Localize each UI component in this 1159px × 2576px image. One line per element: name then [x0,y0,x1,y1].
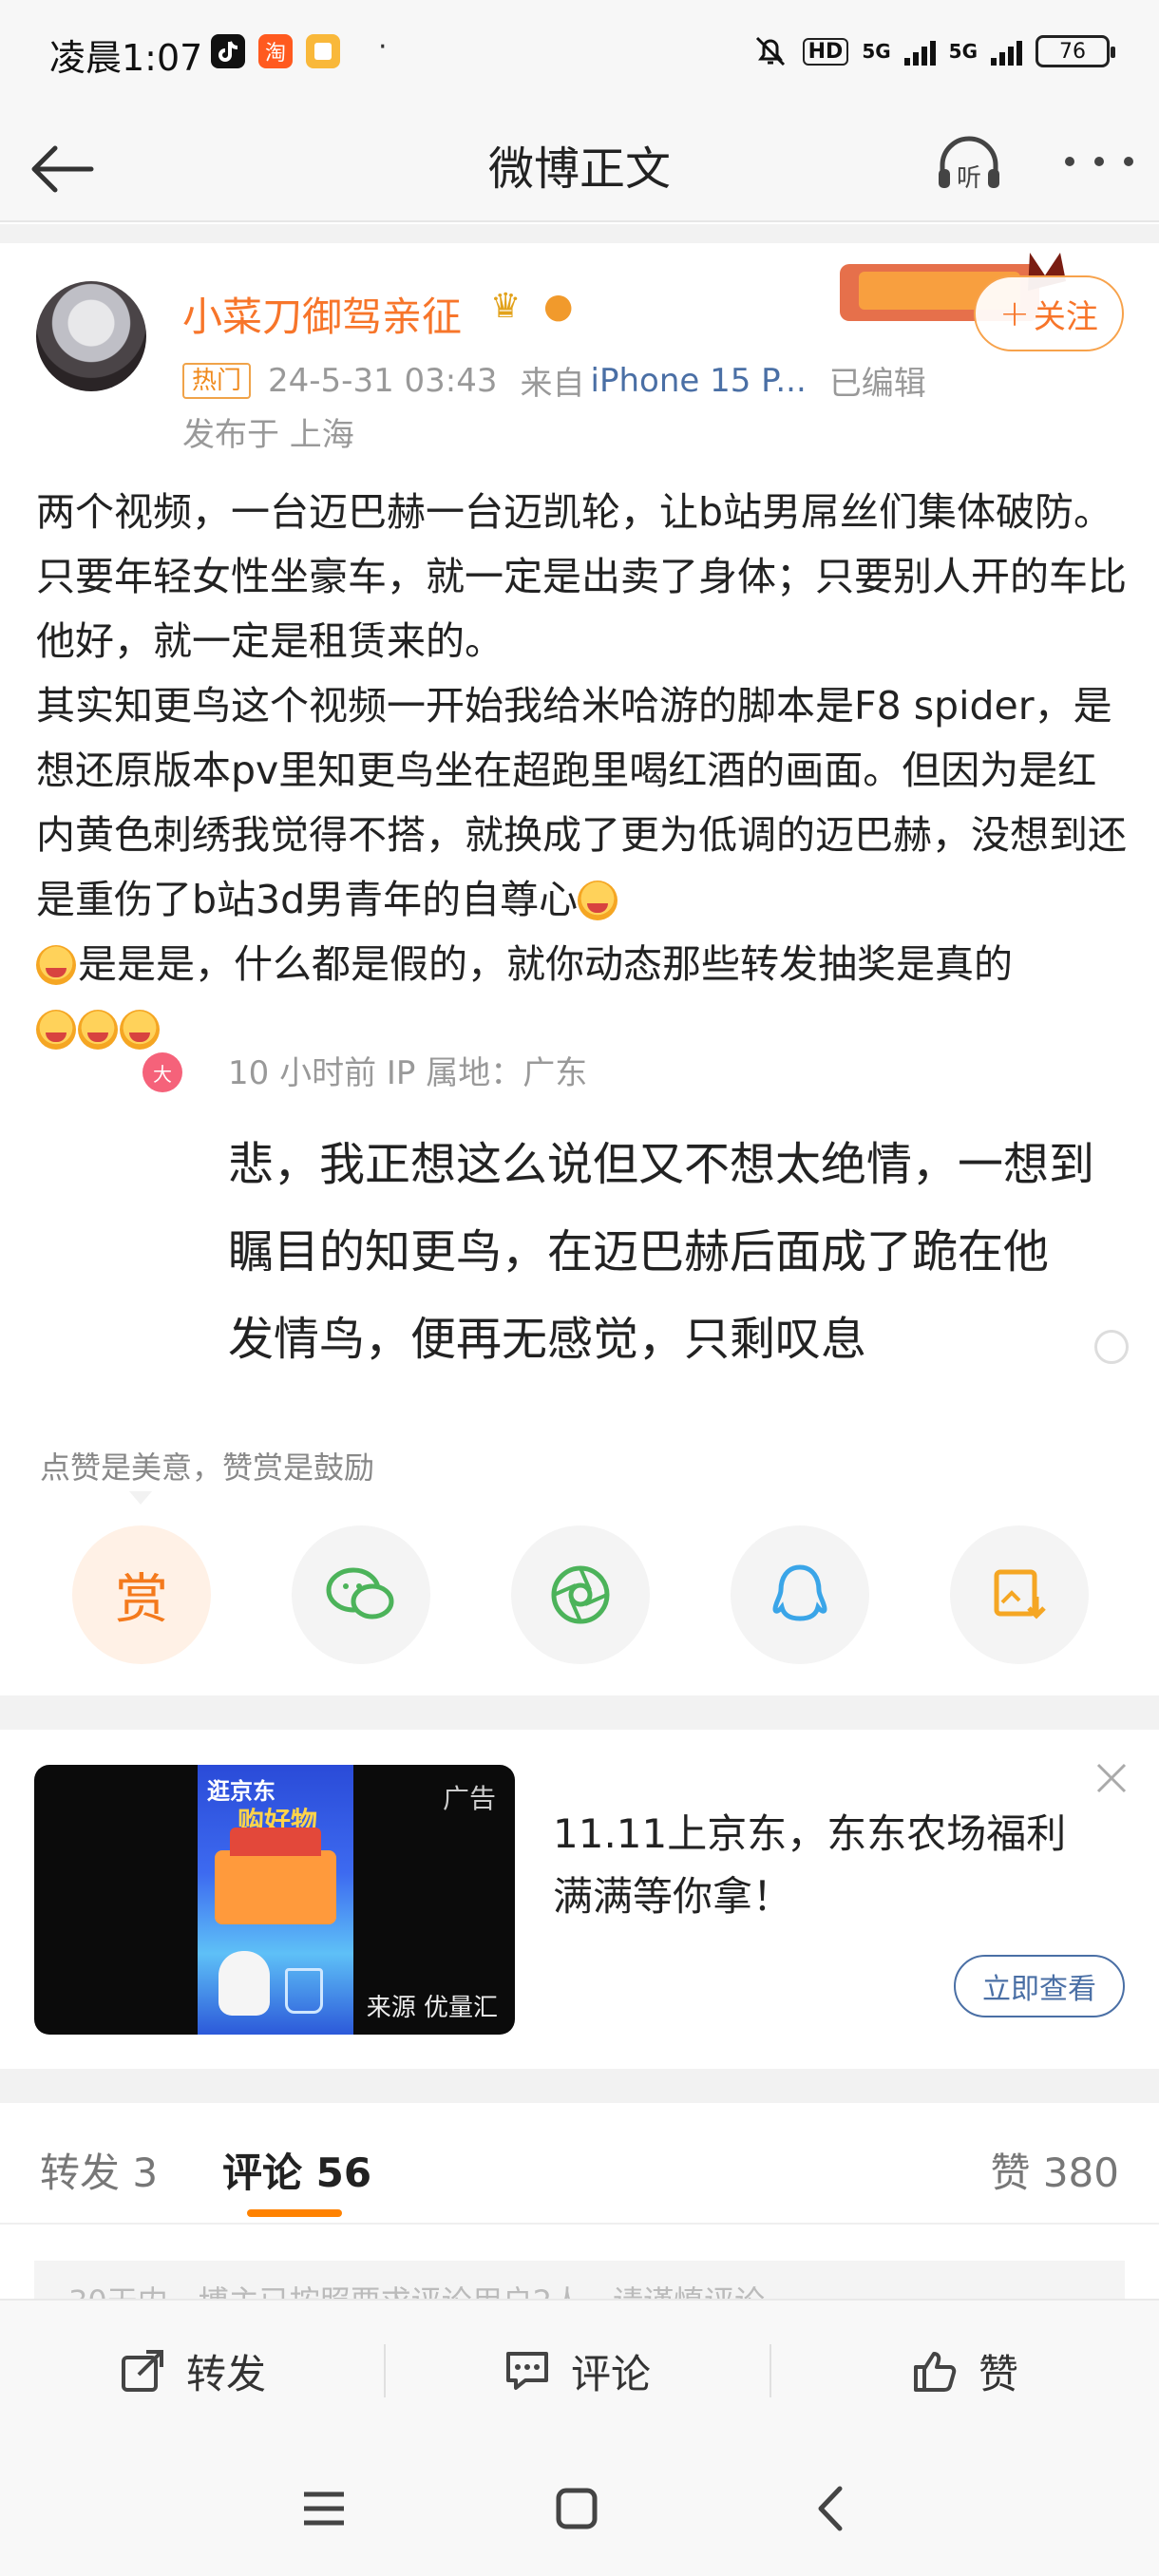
douyin-icon [211,34,245,68]
hd-badge: HD [802,37,849,66]
section-divider [0,1695,1159,1730]
section-divider [0,2069,1159,2103]
comment-icon [505,2352,548,2390]
post-tabs: 转发 3 评论 56 赞 380 [0,2103,1159,2225]
crying-emoji-icon [36,1010,76,1050]
battery-icon: 76 [1036,35,1115,67]
save-image-button[interactable] [950,1525,1089,1664]
system-nav-bar [0,2439,1159,2576]
tab-reposts[interactable]: 转发 3 [40,2141,158,2199]
share-moments-button[interactable] [511,1525,650,1664]
taobao-icon: 淘 [258,34,293,68]
ad-source: 来源 优量汇 [366,1994,498,2022]
reward-button[interactable]: 赏 [72,1525,211,1664]
top-nav-bar: 微博正文 听 [0,104,1159,222]
close-icon[interactable] [1092,1759,1130,1797]
comment-label: 评论 [570,2350,651,2397]
floating-comment-line: 悲，我正想这么说但又不想太绝情，一想到 [228,1138,1095,1191]
pufferfish-icon: ● [543,287,574,326]
source-device[interactable]: iPhone 15 P... [591,362,807,400]
comment-button[interactable]: 评论 [384,2301,770,2441]
menu-icon[interactable] [291,2475,357,2542]
floating-comment-meta: 10 小时前 IP 属地：广东 [228,1054,588,1092]
share-wechat-button[interactable] [292,1525,430,1664]
plus-icon: + [999,293,1030,334]
system-indicators: HD 5G 5G 76 [751,32,1115,70]
home-icon[interactable] [543,2475,610,2542]
ad-house-graphic [215,1828,336,1924]
ad-artwork: 逛京东 购好物 [198,1765,353,2035]
crown-icon: ♛ [490,287,522,326]
repost-label: 转发 [185,2350,266,2397]
hot-badge: 热门 [182,362,252,399]
post-date: 24-5-31 03:43 [268,361,498,400]
floating-comment-badge: 大 [142,1052,182,1092]
author-avatar[interactable] [36,281,146,391]
post-paragraph-text: 其实知更鸟这个视频一开始我给米哈游的脚本是F8 spider，是想还原版本pv里… [36,683,1127,922]
post-text: 两个视频，一台迈巴赫一台迈凯轮，让b站男屌丝们集体破防。只要年轻女性坐豪车，就一… [36,480,1129,1061]
floating-comment-line: 发情鸟，便再无感觉，只剩叹息 [228,1313,867,1366]
ad-image[interactable]: 逛京东 购好物 广告 来源 优量汇 [34,1765,515,2035]
more-options-icon[interactable] [1056,142,1142,180]
tab-comments[interactable]: 评论 56 [222,2141,371,2199]
ad-view-button[interactable]: 立即查看 [954,1955,1125,2017]
floating-comment-line: 瞩目的知更鸟，在迈巴赫后面成了跪在他 [228,1225,1050,1279]
thumbs-up-icon [913,2352,957,2392]
post-paragraph: 两个视频，一台迈巴赫一台迈凯轮，让b站男屌丝们集体破防。只要年轻女性坐豪车，就一… [36,489,1127,664]
signal-icon-1 [903,37,936,66]
signal-icon-2 [991,37,1022,66]
bottom-action-bar: 转发 评论 赞 [0,2299,1159,2439]
ad-label: 广告 [442,1783,496,1814]
network-type-1: 5G [862,40,891,63]
follow-button[interactable]: + 关注 [974,275,1124,351]
comment-hint-text: 30天内，博主已按照要求评论用户2人，请谨慎评论 [68,2278,765,2299]
crying-emoji-icon [36,945,76,985]
reward-label: 赏 [115,1568,168,1631]
post-paragraph: 是是是，什么都是假的，就你动态那些转发抽奖是真的 [36,932,1129,996]
comment-hint: 30天内，博主已按照要求评论用户2人，请谨慎评论 [34,2261,1125,2299]
ad-mascot-graphic [218,1951,270,2016]
scroll-indicator-icon [1094,1330,1129,1364]
active-tab-indicator [247,2209,342,2217]
ad-text[interactable]: 11.11上京东，东东农场福利满满等你拿！ [553,1803,1085,1928]
status-dot: · [378,30,388,64]
floating-comment-text[interactable]: 悲，我正想这么说但又不想太绝情，一想到 瞩目的知更鸟，在迈巴赫后面成了跪在他 发… [228,1121,1123,1383]
notes-icon [306,34,340,68]
listen-headphone-icon[interactable]: 听 [931,125,1007,201]
post-paragraph-text: 是是是，什么都是假的，就你动态那些转发抽奖是真的 [78,941,1013,987]
post-meta: 热门 24-5-31 03:43 来自 iPhone 15 P... 已编辑 [182,357,926,404]
notification-icons: 淘 [211,34,340,68]
author-name[interactable]: 小菜刀御驾亲征 [182,285,462,343]
follow-label: 关注 [1033,297,1098,336]
network-type-2: 5G [948,40,978,63]
tip-caret-icon [129,1491,152,1505]
qq-icon [772,1564,827,1621]
svg-text:听: 听 [957,164,981,193]
source-label: 来自 [520,365,585,403]
like-label: 赞 [978,2350,1018,2397]
post-paragraph: 其实知更鸟这个视频一开始我给米哈游的脚本是F8 spider，是想还原版本pv里… [36,673,1129,932]
back-icon[interactable] [798,2475,864,2542]
crying-emoji-icon [578,881,618,920]
save-image-icon [994,1569,1046,1619]
tab-likes[interactable]: 赞 380 [990,2141,1119,2199]
share-qq-button[interactable] [731,1525,869,1664]
ad-cup-graphic [285,1968,323,2014]
like-button[interactable]: 赞 [770,2301,1159,2441]
mute-bell-icon [755,36,785,66]
section-gap [0,224,1159,243]
crying-emoji-icon [120,1010,160,1050]
share-row: 赏 [72,1525,1089,1664]
edited-label: 已编辑 [828,365,926,403]
crying-emoji-icon [78,1010,118,1050]
reward-tip: 点赞是美意，赞赏是鼓励 [40,1449,375,1486]
repost-icon [121,2350,163,2392]
post-location: 发布于 上海 [182,416,354,454]
status-bar: 凌晨1:07 淘 · HD 5G 5G 76 [0,0,1159,104]
repost-button[interactable]: 转发 [0,2301,384,2441]
moments-icon [551,1565,610,1624]
wechat-icon [326,1567,394,1619]
clock: 凌晨1:07 [49,37,203,79]
